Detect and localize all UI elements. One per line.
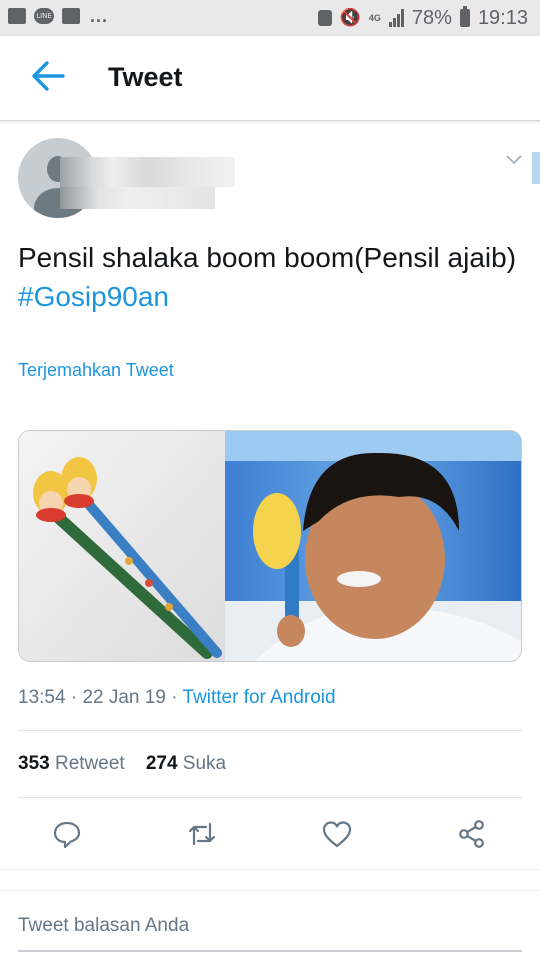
page-title: Tweet <box>108 62 183 92</box>
translate-tweet-link[interactable]: Terjemahkan Tweet <box>18 360 174 381</box>
hashtag-link[interactable]: #Gosip90an <box>18 281 169 312</box>
mute-icon: 🔇 <box>339 8 361 27</box>
redacted-author-name <box>60 157 235 187</box>
tweet-stats: 353 Retweet 274 Suka <box>18 753 226 775</box>
reply-input[interactable]: Tweet balasan Anda <box>18 915 189 937</box>
divider <box>0 869 540 870</box>
back-arrow-icon[interactable] <box>30 58 66 94</box>
clock: 19:13 <box>477 7 528 29</box>
more-notifications-icon: ... <box>90 6 109 26</box>
status-bar: LINE ... 🔇 4G 78% 19:13 <box>0 0 540 36</box>
tweet-source-link[interactable]: Twitter for Android <box>182 687 335 708</box>
divider <box>0 890 540 891</box>
like-stat[interactable]: 274 Suka <box>146 753 226 774</box>
network-type: 4G <box>368 12 381 23</box>
retweet-icon[interactable] <box>187 819 217 849</box>
battery-icon <box>459 6 470 27</box>
reply-input-underline <box>18 950 522 952</box>
tweet-time: 13:54 <box>18 687 66 708</box>
lock-icon <box>317 10 332 26</box>
gallery-icon <box>8 8 26 24</box>
divider <box>18 797 522 798</box>
chevron-down-icon[interactable] <box>505 151 523 169</box>
edge-scroll-marker <box>532 152 540 184</box>
message-icon <box>62 8 80 24</box>
redacted-author-handle <box>60 187 215 209</box>
line-app-icon: LINE <box>34 8 54 24</box>
retweet-stat[interactable]: 353 Retweet <box>18 753 125 774</box>
divider <box>18 730 522 731</box>
boy-photo <box>225 431 521 661</box>
tweet-meta: 13:54 · 22 Jan 19 · Twitter for Android <box>18 687 336 708</box>
share-icon[interactable] <box>457 819 487 849</box>
signal-icon <box>388 9 404 27</box>
pencils-photo <box>19 431 225 661</box>
reply-icon[interactable] <box>52 819 82 849</box>
tweet-media[interactable] <box>18 430 522 662</box>
app-bar: Tweet <box>0 36 540 121</box>
like-icon[interactable] <box>322 819 352 849</box>
battery-percent: 78% <box>411 7 452 29</box>
tweet-date: 22 Jan 19 <box>82 687 166 708</box>
tweet-text: Pensil shalaka boom boom(Pensil ajaib) #… <box>18 238 518 316</box>
tweet-body: Pensil shalaka boom boom(Pensil ajaib) <box>18 242 517 273</box>
